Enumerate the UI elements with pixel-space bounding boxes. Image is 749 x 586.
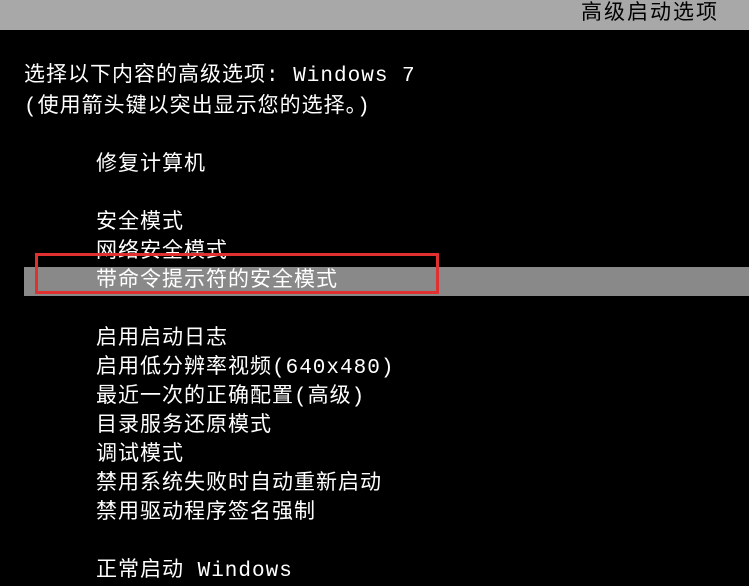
menu-item-repair[interactable]: 修复计算机 [24,151,749,180]
menu-spacer [24,296,749,325]
content-area: 选择以下内容的高级选项: Windows 7 (使用箭头键以突出显示您的选择。)… [0,30,749,586]
title-text: 高级启动选项 [581,3,719,26]
hint-line: (使用箭头键以突出显示您的选择。) [24,93,749,122]
menu-item-start-normal[interactable]: 正常启动 Windows [24,557,749,586]
menu-item-safe-mode-cmd[interactable]: 带命令提示符的安全模式 [24,267,749,296]
menu-item-safe-mode-network[interactable]: 网络安全模式 [24,238,749,267]
menu-item-disable-driver-sig[interactable]: 禁用驱动程序签名强制 [24,499,749,528]
prompt-line: 选择以下内容的高级选项: Windows 7 [24,62,749,91]
menu-item-ds-restore[interactable]: 目录服务还原模式 [24,412,749,441]
menu-spacer [24,528,749,557]
menu-item-last-known-good[interactable]: 最近一次的正确配置(高级) [24,383,749,412]
title-bar: 高级启动选项 [0,0,749,30]
menu-spacer [24,180,749,209]
menu-item-enable-boot-log[interactable]: 启用启动日志 [24,325,749,354]
menu-item-enable-low-res[interactable]: 启用低分辨率视频(640x480) [24,354,749,383]
menu-item-disable-auto-restart[interactable]: 禁用系统失败时自动重新启动 [24,470,749,499]
menu-item-debug-mode[interactable]: 调试模式 [24,441,749,470]
boot-menu[interactable]: 修复计算机 安全模式 网络安全模式 带命令提示符的安全模式 启用启动日志 启用低… [24,151,749,586]
menu-item-safe-mode[interactable]: 安全模式 [24,209,749,238]
